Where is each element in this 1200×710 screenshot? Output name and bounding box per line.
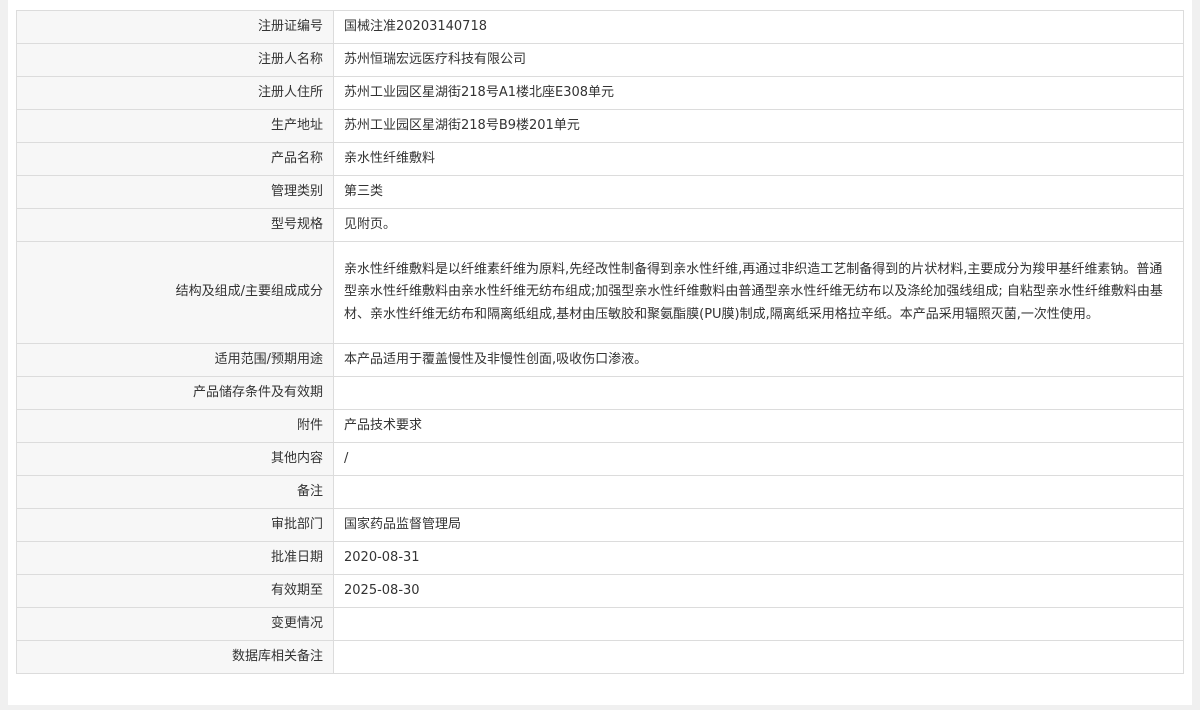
row-registration-number: 注册证编号 国械注准20203140718 <box>16 10 1184 44</box>
label-model-spec: 型号规格 <box>16 208 334 242</box>
value-management-category: 第三类 <box>333 175 1184 209</box>
row-intended-use: 适用范围/预期用途 本产品适用于覆盖慢性及非慢性创面,吸收伤口渗液。 <box>16 343 1184 377</box>
value-remarks <box>333 475 1184 509</box>
row-production-address: 生产地址 苏州工业园区星湖街218号B9楼201单元 <box>16 109 1184 143</box>
label-product-name: 产品名称 <box>16 142 334 176</box>
row-registrant-name: 注册人名称 苏州恒瑞宏远医疗科技有限公司 <box>16 43 1184 77</box>
label-valid-until: 有效期至 <box>16 574 334 608</box>
label-database-notes: 数据库相关备注 <box>16 640 334 674</box>
label-registration-number: 注册证编号 <box>16 10 334 44</box>
value-structure-composition: 亲水性纤维敷料是以纤维素纤维为原料,先经改性制备得到亲水性纤维,再通过非织造工艺… <box>333 241 1184 344</box>
value-other-content: / <box>333 442 1184 476</box>
label-remarks: 备注 <box>16 475 334 509</box>
label-production-address: 生产地址 <box>16 109 334 143</box>
label-approval-date: 批准日期 <box>16 541 334 575</box>
row-product-name: 产品名称 亲水性纤维敷料 <box>16 142 1184 176</box>
label-structure-composition: 结构及组成/主要组成成分 <box>16 241 334 344</box>
row-change-history: 变更情况 <box>16 607 1184 641</box>
value-model-spec: 见附页。 <box>333 208 1184 242</box>
row-other-content: 其他内容 / <box>16 442 1184 476</box>
value-registrant-name: 苏州恒瑞宏远医疗科技有限公司 <box>333 43 1184 77</box>
value-approval-department: 国家药品监督管理局 <box>333 508 1184 542</box>
label-registrant-name: 注册人名称 <box>16 43 334 77</box>
value-intended-use: 本产品适用于覆盖慢性及非慢性创面,吸收伤口渗液。 <box>333 343 1184 377</box>
row-approval-department: 审批部门 国家药品监督管理局 <box>16 508 1184 542</box>
row-model-spec: 型号规格 见附页。 <box>16 208 1184 242</box>
value-change-history <box>333 607 1184 641</box>
value-database-notes <box>333 640 1184 674</box>
record-panel: 注册证编号 国械注准20203140718 注册人名称 苏州恒瑞宏远医疗科技有限… <box>8 0 1192 705</box>
label-storage-validity: 产品储存条件及有效期 <box>16 376 334 410</box>
value-storage-validity <box>333 376 1184 410</box>
value-approval-date: 2020-08-31 <box>333 541 1184 575</box>
label-management-category: 管理类别 <box>16 175 334 209</box>
value-production-address: 苏州工业园区星湖街218号B9楼201单元 <box>333 109 1184 143</box>
label-attachment: 附件 <box>16 409 334 443</box>
value-product-name: 亲水性纤维敷料 <box>333 142 1184 176</box>
label-approval-department: 审批部门 <box>16 508 334 542</box>
row-registrant-address: 注册人住所 苏州工业园区星湖街218号A1楼北座E308单元 <box>16 76 1184 110</box>
row-attachment: 附件 产品技术要求 <box>16 409 1184 443</box>
row-storage-validity: 产品储存条件及有效期 <box>16 376 1184 410</box>
row-structure-composition: 结构及组成/主要组成成分 亲水性纤维敷料是以纤维素纤维为原料,先经改性制备得到亲… <box>16 241 1184 344</box>
row-database-notes: 数据库相关备注 <box>16 640 1184 674</box>
value-registrant-address: 苏州工业园区星湖街218号A1楼北座E308单元 <box>333 76 1184 110</box>
row-management-category: 管理类别 第三类 <box>16 175 1184 209</box>
value-registration-number: 国械注准20203140718 <box>333 10 1184 44</box>
registration-info-table: 注册证编号 国械注准20203140718 注册人名称 苏州恒瑞宏远医疗科技有限… <box>16 10 1184 674</box>
row-remarks: 备注 <box>16 475 1184 509</box>
row-valid-until: 有效期至 2025-08-30 <box>16 574 1184 608</box>
value-valid-until: 2025-08-30 <box>333 574 1184 608</box>
label-intended-use: 适用范围/预期用途 <box>16 343 334 377</box>
row-approval-date: 批准日期 2020-08-31 <box>16 541 1184 575</box>
label-other-content: 其他内容 <box>16 442 334 476</box>
label-registrant-address: 注册人住所 <box>16 76 334 110</box>
label-change-history: 变更情况 <box>16 607 334 641</box>
value-attachment: 产品技术要求 <box>333 409 1184 443</box>
